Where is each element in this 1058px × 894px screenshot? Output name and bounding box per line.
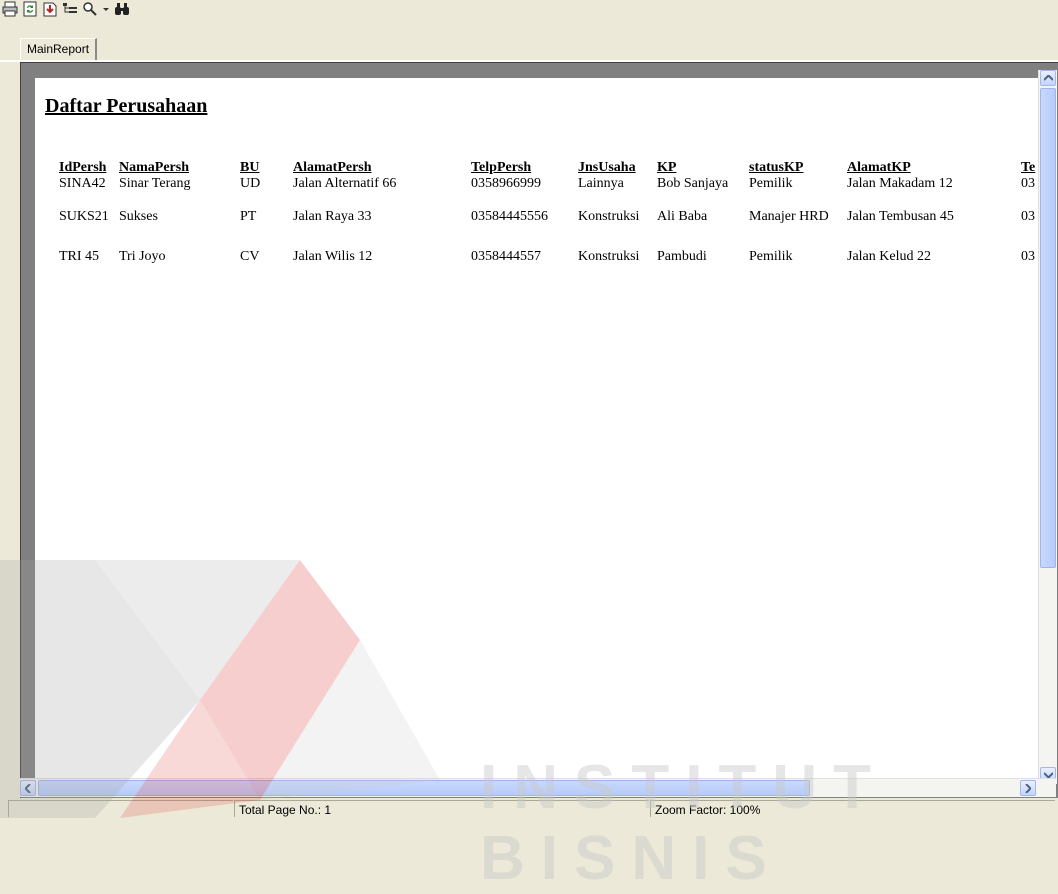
column-header-telpkp: Te: [1021, 160, 1036, 175]
table-cell: Manajer HRD: [749, 209, 829, 224]
refresh-icon[interactable]: [22, 1, 38, 17]
table-cell: Pemilik: [749, 249, 793, 264]
column-header-bu: BU: [240, 160, 260, 175]
horizontal-scrollbar[interactable]: [20, 778, 1056, 797]
table-cell: Sinar Terang: [119, 176, 191, 191]
status-zoom-factor: Zoom Factor: 100%: [650, 800, 1055, 817]
table-cell: 0358966999: [471, 176, 541, 191]
zoom-icon[interactable]: [82, 1, 98, 17]
report-title: Daftar Perusahaan: [45, 95, 208, 117]
table-cell: Lainnya: [578, 176, 624, 191]
chevron-right-icon: [1025, 783, 1031, 793]
table-cell: 03: [1021, 176, 1035, 191]
horizontal-scroll-thumb[interactable]: [38, 780, 810, 796]
column-header-telppersh: TelpPersh: [471, 160, 532, 175]
table-cell: 0358444557: [471, 249, 541, 264]
zoom-dropdown-icon[interactable]: [102, 1, 110, 17]
table-cell: Jalan Raya 33: [293, 209, 372, 224]
table-cell: TRI 45: [59, 249, 100, 264]
status-pane-empty: [8, 800, 233, 817]
column-header-kp: KP: [657, 160, 677, 175]
table-cell: SINA42: [59, 176, 106, 191]
tab-bar: MainReport: [0, 38, 1058, 60]
column-header-idpersh: IdPersh: [59, 160, 107, 175]
table-cell: Pemilik: [749, 176, 793, 191]
export-icon[interactable]: [42, 1, 58, 17]
chevron-up-icon: [1043, 75, 1053, 81]
table-cell: Tri Joyo: [119, 249, 166, 264]
scroll-up-button[interactable]: [1040, 70, 1056, 86]
table-cell: Pambudi: [657, 249, 707, 264]
table-cell: Jalan Kelud 22: [847, 249, 931, 264]
table-cell: Ali Baba: [657, 209, 708, 224]
column-header-namapersh: NamaPersh: [119, 160, 189, 175]
table-cell: Jalan Wilis 12: [293, 249, 373, 264]
table-cell: Jalan Tembusan 45: [847, 209, 954, 224]
table-cell: Bob Sanjaya: [657, 176, 729, 191]
table-cell: PT: [240, 209, 257, 224]
column-header-jnsusaha: JnsUsaha: [578, 160, 636, 175]
table-cell: CV: [240, 249, 260, 264]
status-bar: Total Page No.: 1 Zoom Factor: 100%: [0, 798, 1058, 818]
table-cell: Konstruksi: [578, 249, 640, 264]
table-cell: 03: [1021, 209, 1035, 224]
report-page: Daftar Perusahaan IdPersh NamaPersh BU A…: [35, 78, 1038, 778]
scroll-left-button[interactable]: [20, 780, 36, 796]
group-tree-icon[interactable]: [62, 1, 78, 17]
vertical-scroll-thumb[interactable]: [1040, 88, 1056, 568]
scroll-right-button[interactable]: [1020, 780, 1036, 796]
table-cell: Jalan Alternatif 66: [293, 176, 397, 191]
toolbar: [0, 0, 1058, 18]
table-cell: 03: [1021, 249, 1035, 264]
vertical-scrollbar[interactable]: [1038, 70, 1057, 784]
table-cell: SUKS21: [59, 209, 109, 224]
table-cell: Jalan Makadam 12: [847, 176, 953, 191]
tab-mainreport[interactable]: MainReport: [20, 38, 98, 60]
status-total-page: Total Page No.: 1: [234, 800, 649, 817]
print-icon[interactable]: [2, 1, 18, 17]
column-header-alamatkp: AlamatKP: [847, 160, 911, 175]
table-cell: Konstruksi: [578, 209, 640, 224]
search-binoculars-icon[interactable]: [114, 1, 130, 17]
chevron-left-icon: [25, 783, 31, 793]
report-viewer: Daftar Perusahaan IdPersh NamaPersh BU A…: [20, 62, 1058, 799]
column-header-alamatpersh: AlamatPersh: [293, 160, 372, 175]
column-header-statuskp: statusKP: [749, 160, 804, 175]
table-cell: UD: [240, 176, 261, 191]
table-cell: 03584445556: [471, 209, 548, 224]
table-cell: Sukses: [119, 209, 158, 224]
